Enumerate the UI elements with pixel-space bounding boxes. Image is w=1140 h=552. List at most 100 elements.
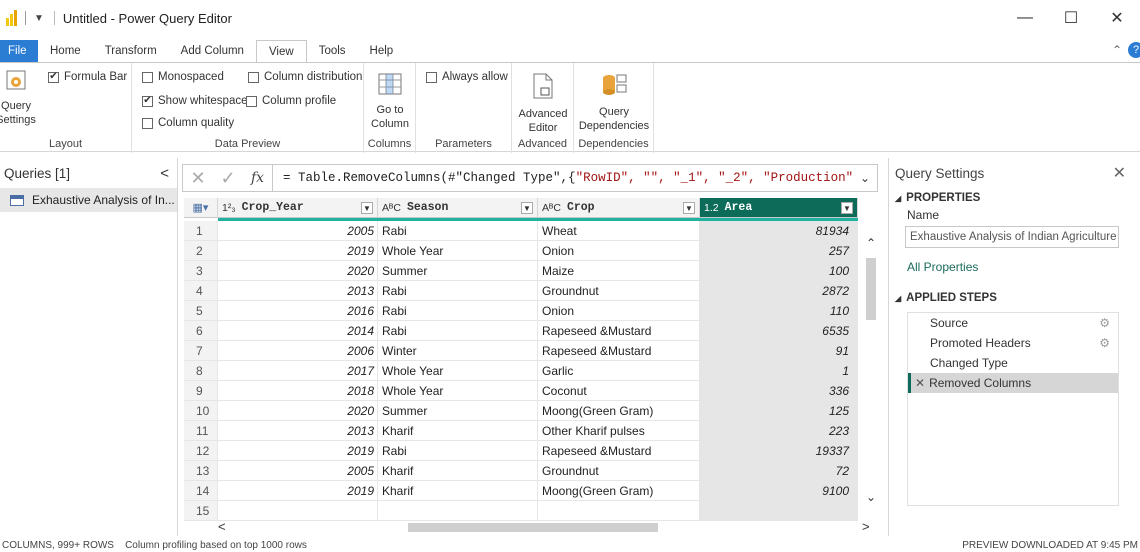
- cell-season[interactable]: Rabi: [378, 281, 538, 301]
- all-properties-link[interactable]: All Properties: [889, 260, 1140, 274]
- tab-tools[interactable]: Tools: [307, 40, 358, 62]
- cell-crop-year[interactable]: 2013: [218, 421, 378, 441]
- scroll-up-icon[interactable]: ⌃: [864, 236, 878, 250]
- filter-dropdown-icon[interactable]: ▼: [521, 201, 533, 214]
- cell-area[interactable]: 72: [700, 461, 858, 481]
- cell-season[interactable]: Rabi: [378, 321, 538, 341]
- scroll-thumb[interactable]: [866, 258, 876, 320]
- scroll-left-icon[interactable]: <: [218, 519, 226, 534]
- cell-crop-year[interactable]: 2005: [218, 221, 378, 241]
- cell-crop[interactable]: Moong(Green Gram): [538, 481, 700, 501]
- scroll-thumb[interactable]: [408, 523, 658, 532]
- cell-area[interactable]: 2872: [700, 281, 858, 301]
- column-distribution-checkbox[interactable]: Column distribution: [248, 71, 362, 83]
- tab-view[interactable]: View: [255, 39, 307, 63]
- row-number[interactable]: 15: [184, 501, 218, 521]
- query-item[interactable]: Exhaustive Analysis of In...: [0, 188, 177, 212]
- cell-crop-year[interactable]: 2005: [218, 461, 378, 481]
- step-promoted-headers[interactable]: Promoted Headers ⚙: [908, 333, 1118, 353]
- tab-file[interactable]: File: [0, 40, 38, 62]
- gear-icon[interactable]: ⚙: [1099, 333, 1110, 353]
- filter-dropdown-icon[interactable]: ▼: [841, 201, 853, 214]
- cell-crop-year[interactable]: 2020: [218, 401, 378, 421]
- close-icon[interactable]: ✕: [1113, 163, 1126, 183]
- tab-home[interactable]: Home: [38, 40, 93, 62]
- cell-crop-year[interactable]: 2016: [218, 301, 378, 321]
- step-changed-type[interactable]: Changed Type: [908, 353, 1118, 373]
- vertical-scrollbar[interactable]: ⌃ ⌄: [864, 220, 878, 520]
- cell-crop-year[interactable]: 2017: [218, 361, 378, 381]
- delete-step-icon[interactable]: ✕: [915, 376, 925, 390]
- quick-access-dropdown-icon[interactable]: ▼: [34, 13, 44, 24]
- cell-crop-year[interactable]: 2020: [218, 261, 378, 281]
- row-number[interactable]: 13: [184, 461, 218, 481]
- step-source[interactable]: Source ⚙: [908, 313, 1118, 333]
- table-menu-button[interactable]: ▦▾: [184, 198, 218, 218]
- cell-crop[interactable]: Rapeseed &Mustard: [538, 321, 700, 341]
- cell-crop[interactable]: [538, 501, 700, 521]
- cell-area[interactable]: 9100: [700, 481, 858, 501]
- row-number[interactable]: 5: [184, 301, 218, 321]
- filter-dropdown-icon[interactable]: ▼: [361, 201, 373, 214]
- cell-area[interactable]: 6535: [700, 321, 858, 341]
- cell-crop[interactable]: Groundnut: [538, 281, 700, 301]
- query-name-input[interactable]: Exhaustive Analysis of Indian Agricultur…: [905, 226, 1119, 248]
- cell-area[interactable]: 91: [700, 341, 858, 361]
- cell-crop[interactable]: Maize: [538, 261, 700, 281]
- cell-crop[interactable]: Rapeseed &Mustard: [538, 341, 700, 361]
- commit-formula-icon[interactable]: ✓: [213, 168, 243, 189]
- filter-dropdown-icon[interactable]: ▼: [683, 201, 695, 214]
- cell-crop[interactable]: Onion: [538, 241, 700, 261]
- cell-crop[interactable]: Wheat: [538, 221, 700, 241]
- cell-area[interactable]: [700, 501, 858, 521]
- gear-icon[interactable]: ⚙: [1099, 313, 1110, 333]
- cell-crop-year[interactable]: [218, 501, 378, 521]
- text-type-icon[interactable]: AᴮC: [542, 202, 561, 214]
- fx-icon[interactable]: fx: [243, 165, 273, 191]
- always-allow-checkbox[interactable]: Always allow: [426, 71, 508, 83]
- cell-season[interactable]: Rabi: [378, 441, 538, 461]
- expand-formula-icon[interactable]: ⌄: [853, 171, 877, 185]
- row-number[interactable]: 4: [184, 281, 218, 301]
- column-header-crop[interactable]: AᴮC Crop ▼: [538, 198, 700, 218]
- cell-area[interactable]: 110: [700, 301, 858, 321]
- row-number[interactable]: 2: [184, 241, 218, 261]
- tab-add-column[interactable]: Add Column: [169, 40, 256, 62]
- go-to-column-button[interactable]: Go to Column: [368, 73, 412, 131]
- text-type-icon[interactable]: AᴮC: [382, 202, 401, 214]
- row-number[interactable]: 7: [184, 341, 218, 361]
- cancel-formula-icon[interactable]: ✕: [183, 168, 213, 189]
- cell-season[interactable]: Rabi: [378, 301, 538, 321]
- cell-crop-year[interactable]: 2019: [218, 241, 378, 261]
- column-header-crop-year[interactable]: 1²₃ Crop_Year ▼: [218, 198, 378, 218]
- cell-crop-year[interactable]: 2019: [218, 481, 378, 501]
- decimal-type-icon[interactable]: 1.2: [704, 202, 719, 214]
- column-header-area[interactable]: 1.2 Area ▼: [700, 198, 858, 218]
- cell-crop-year[interactable]: 2013: [218, 281, 378, 301]
- show-whitespace-checkbox[interactable]: ✔ Show whitespace: [142, 95, 248, 107]
- cell-crop-year[interactable]: 2018: [218, 381, 378, 401]
- column-quality-checkbox[interactable]: Column quality: [142, 117, 234, 129]
- collapse-ribbon-icon[interactable]: ⌃: [1112, 43, 1122, 57]
- cell-season[interactable]: Summer: [378, 401, 538, 421]
- cell-season[interactable]: Whole Year: [378, 241, 538, 261]
- row-number[interactable]: 10: [184, 401, 218, 421]
- cell-season[interactable]: Rabi: [378, 221, 538, 241]
- cell-crop-year[interactable]: 2014: [218, 321, 378, 341]
- cell-crop[interactable]: Groundnut: [538, 461, 700, 481]
- cell-season[interactable]: [378, 501, 538, 521]
- row-number[interactable]: 1: [184, 221, 218, 241]
- close-button[interactable]: ✕: [1094, 0, 1140, 36]
- row-number[interactable]: 6: [184, 321, 218, 341]
- whole-number-type-icon[interactable]: 1²₃: [222, 202, 236, 214]
- scroll-down-icon[interactable]: ⌄: [864, 490, 878, 504]
- cell-area[interactable]: 125: [700, 401, 858, 421]
- properties-section[interactable]: ◢ PROPERTIES: [889, 192, 1140, 204]
- cell-crop[interactable]: Moong(Green Gram): [538, 401, 700, 421]
- cell-area[interactable]: 223: [700, 421, 858, 441]
- query-dependencies-button[interactable]: Query Dependencies: [578, 73, 650, 133]
- cell-crop[interactable]: Other Kharif pulses: [538, 421, 700, 441]
- tab-transform[interactable]: Transform: [93, 40, 169, 62]
- cell-area[interactable]: 257: [700, 241, 858, 261]
- row-number[interactable]: 14: [184, 481, 218, 501]
